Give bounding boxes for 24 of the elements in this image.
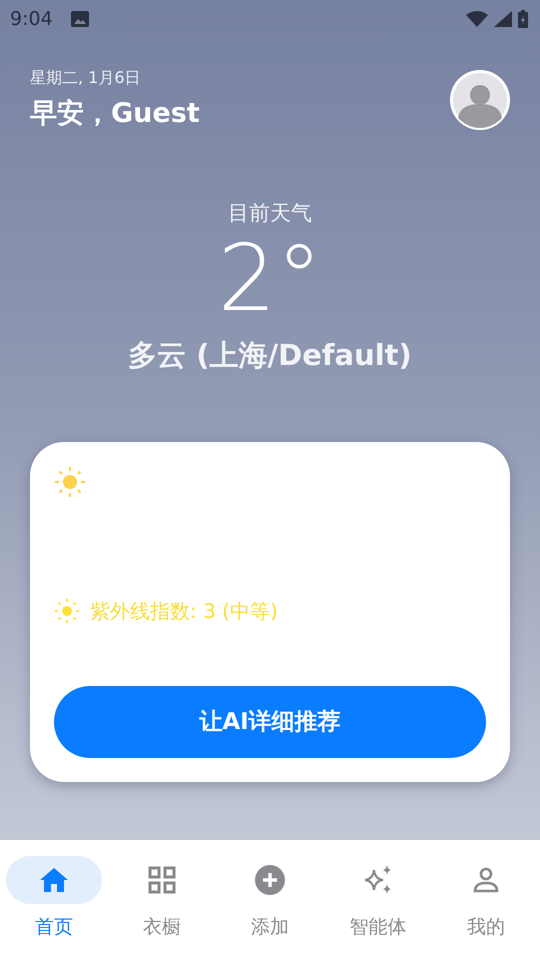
nav-tab[interactable]: 我的 bbox=[432, 856, 540, 960]
battery-icon bbox=[518, 10, 528, 28]
weather-label: 目前天气 bbox=[228, 200, 312, 227]
nav-tab[interactable]: 衣橱 bbox=[108, 856, 216, 960]
add-icon bbox=[255, 865, 285, 895]
sun-icon bbox=[54, 598, 80, 624]
greeting-text: 早安，Guest bbox=[30, 97, 200, 131]
uv-index-text: 紫外线指数: 3 (中等) bbox=[90, 598, 278, 625]
status-time: 9:04 bbox=[10, 8, 53, 30]
ai-recommend-button[interactable]: 让AI详细推荐 bbox=[54, 686, 486, 758]
date-text: 星期二, 1月6日 bbox=[30, 68, 142, 89]
home-icon bbox=[39, 867, 69, 893]
grid-icon bbox=[148, 866, 176, 894]
avatar-icon[interactable] bbox=[450, 70, 510, 130]
condition-text: 多云 (上海/Default) bbox=[128, 336, 412, 374]
nav-tab[interactable]: 智能体 bbox=[324, 856, 432, 960]
person-icon bbox=[473, 867, 499, 893]
signal-icon bbox=[494, 11, 512, 27]
temperature-text: 2° bbox=[218, 231, 322, 328]
sun-icon bbox=[54, 466, 86, 498]
wifi-icon bbox=[466, 11, 488, 27]
nav-tab[interactable]: 添加 bbox=[216, 856, 324, 960]
image-icon bbox=[70, 11, 89, 27]
nav-tab[interactable]: 首页 bbox=[0, 856, 108, 960]
